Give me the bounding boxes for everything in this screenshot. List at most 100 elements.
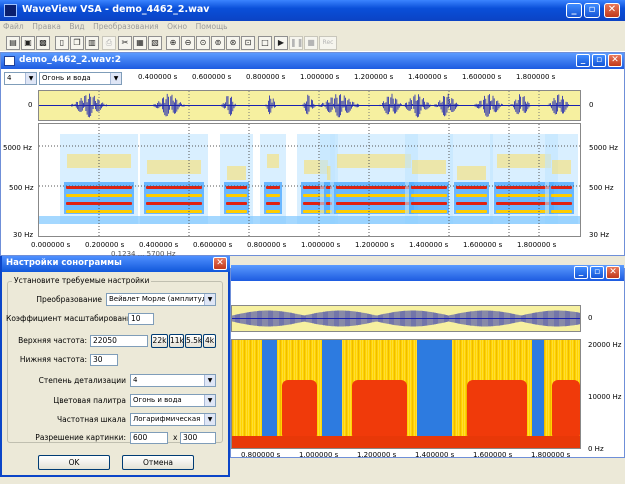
menu-help[interactable]: Помощь [193,21,231,32]
spectro-column [320,340,321,448]
app-icon [4,4,17,17]
spectro-column [458,340,459,448]
dialog-title-bar[interactable]: Настройки сонограммы ✕ [2,256,230,272]
maximize-button[interactable]: ▫ [584,3,600,18]
ok-button[interactable]: OK [38,455,110,470]
copy-icon[interactable]: ❐ [70,36,84,50]
play-icon[interactable]: ▶ [274,36,288,50]
menu-file[interactable]: Файл [0,21,27,32]
zoom-fit-icon[interactable]: ⊡ [241,36,255,50]
energy-region [552,380,580,440]
spectro-column [244,340,245,448]
time-axis-bottom-2: 0.800000 s 1.000000 s 1.200000 s 1.400000 s… [231,451,621,459]
time-tick-label: 1.400000 s [409,241,449,249]
spectro-column [256,340,257,448]
paste-icon[interactable]: ▦ [133,36,147,50]
select-icon[interactable]: □ [258,36,272,50]
harmonic-band [411,194,447,197]
harmonic-band [496,202,552,205]
zoom-full-icon[interactable]: ⊚ [211,36,225,50]
time-tick-label: 1.000000 s [300,73,340,81]
child2-title-bar[interactable]: _ ▫ ✕ [231,265,624,281]
resolution-separator: x [173,433,178,442]
child2-maximize-button[interactable]: ▫ [590,266,604,279]
preset-11k-button[interactable]: 11k [169,334,184,348]
freq-scale-select[interactable]: Логарифмическая ▼ [130,413,216,426]
child2-close-button[interactable]: ✕ [606,266,620,279]
waveform-panel[interactable] [38,90,581,121]
stop-icon[interactable]: ■ [304,36,318,50]
scale-input[interactable]: 10 [128,313,154,325]
pause-icon[interactable]: ❚❚ [289,36,303,50]
print-icon[interactable]: ⎙ [102,36,116,50]
wave-burst [547,94,570,115]
spectro-column [550,340,551,448]
record-button[interactable]: Rec [319,36,337,50]
freq-scale-label: Частотная шкала [57,415,126,424]
wave-burst [265,95,276,115]
time-tick-label: 1.600000 s [463,241,503,249]
freq2-label-10000: 10000 Hz [588,393,622,401]
child-close-button[interactable]: ✕ [608,54,622,67]
document-icon[interactable]: ▯ [55,36,69,50]
time-tick-label: 0.400000 s [139,241,179,249]
time-tick-label: 0.400000 s [138,73,178,81]
freq-label-30: 30 Hz [13,231,34,239]
waveform-panel-2[interactable] [231,305,581,332]
upper-formant [412,160,446,174]
child2-minimize-button[interactable]: _ [574,266,588,279]
zoom-selection-icon[interactable]: ⊙ [196,36,210,50]
spectro-column [260,340,261,448]
cancel-button[interactable]: Отмена [122,455,194,470]
menu-edit[interactable]: Правка [29,21,64,32]
menu-window[interactable]: Окно [164,21,190,32]
transform-label: Преобразование [36,295,102,304]
child-title-bar[interactable]: demo_4462_2.wav:2 _ ▫ ✕ [1,53,624,69]
dialog-close-button[interactable]: ✕ [213,257,227,270]
lower-freq-input[interactable]: 30 [90,354,118,366]
zoom-window-icon[interactable]: ⊛ [226,36,240,50]
preset-4k-button[interactable]: 4k [203,334,216,348]
energy-region [282,380,317,440]
time-tick-label: 1.200000 s [357,451,397,459]
status-bar [0,477,625,484]
resolution-width-input[interactable]: 600 [130,432,168,444]
zoom-out-icon[interactable]: ⊖ [181,36,195,50]
preset-22k-button[interactable]: 22k [151,334,168,348]
spectrogram-panel-2[interactable] [231,339,581,449]
menu-view[interactable]: Вид [66,21,87,32]
close-button[interactable]: ✕ [604,3,620,18]
resolution-height-input[interactable]: 300 [180,432,216,444]
minimize-button[interactable]: _ [566,3,582,18]
time-tick-label: 1.800000 s [531,451,571,459]
child-maximize-button[interactable]: ▫ [592,54,606,67]
wave-zero-label-right: 0 [589,101,594,109]
time-tick-label: 1.800000 s [516,73,556,81]
clipboard-icon[interactable]: ▥ [85,36,99,50]
app-title-bar[interactable]: WaveView VSA - demo_4462_2.wav _ ▫ ✕ [0,0,625,21]
spectro-column [528,340,529,448]
upper-freq-input[interactable]: 22050 [90,335,148,347]
time-tick-label: 1.600000 s [462,73,502,81]
preset-5-5k-button[interactable]: 5.5k [185,334,202,348]
spectro-column [414,340,415,448]
zoom-in-icon[interactable]: ⊕ [166,36,180,50]
child-minimize-button[interactable]: _ [576,54,590,67]
cut-icon[interactable]: ✂ [118,36,132,50]
time-tick-label: 1.200000 s [355,241,395,249]
open-icon[interactable]: ▤ [6,36,20,50]
lower-freq-label: Нижняя частота: [19,355,87,364]
blue-silence [532,340,544,448]
spectrogram-panel[interactable] [38,123,581,237]
energy-region [467,380,527,440]
dialog-palette-select[interactable]: Огонь и вода ▼ [130,394,216,407]
menu-transform[interactable]: Преобразования [90,21,161,32]
spectro-column [248,340,249,448]
resolution-label: Разрешение картинки: [35,433,126,442]
transform-select[interactable]: Вейвлет Морле (амплитуда) ▼ [106,293,216,306]
export-icon[interactable]: ▩ [36,36,50,50]
paste-special-icon[interactable]: ▧ [148,36,162,50]
save-icon[interactable]: ▣ [21,36,35,50]
detail-select[interactable]: 4 ▼ [130,374,216,387]
spectro-column [242,340,243,448]
